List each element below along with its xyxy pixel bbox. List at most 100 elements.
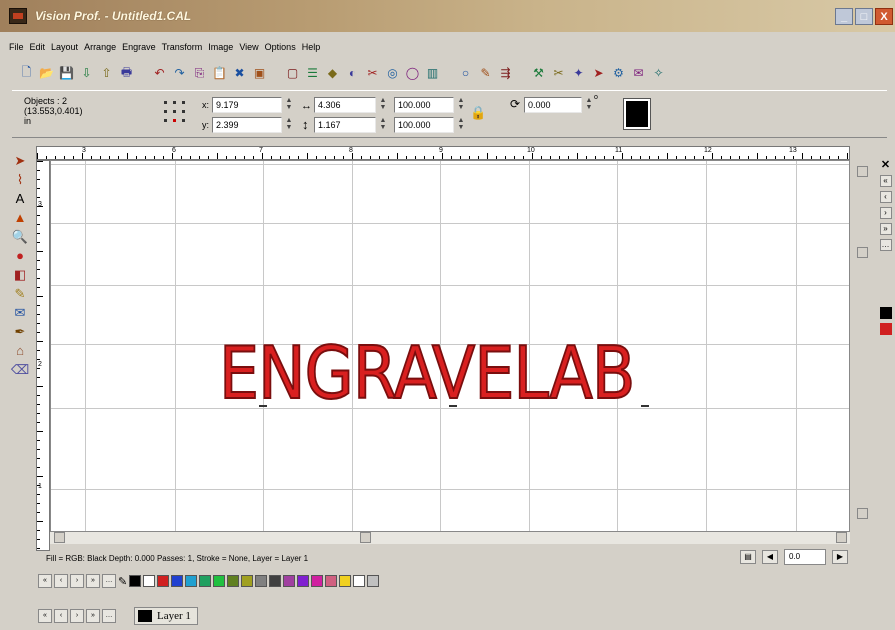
fill-icon[interactable]: ●: [11, 247, 29, 264]
anchor-point-selector[interactable]: [164, 101, 190, 125]
tool-icon[interactable]: ⚒: [530, 65, 547, 82]
vertical-scrollbar[interactable]: [856, 160, 870, 532]
contour-icon[interactable]: ◯: [404, 65, 421, 82]
redo-icon[interactable]: ↷: [171, 65, 188, 82]
page-icon[interactable]: ▤: [740, 550, 756, 564]
app-icon[interactable]: [9, 8, 27, 24]
nav-first-button[interactable]: «: [38, 574, 52, 588]
scroll-down-button[interactable]: [857, 508, 868, 519]
nav-more-button[interactable]: …: [102, 574, 116, 588]
palette-swatch[interactable]: [269, 575, 282, 587]
intersect-icon[interactable]: ◎: [384, 65, 401, 82]
menu-file[interactable]: File: [9, 42, 30, 52]
pointer-icon[interactable]: ➤: [11, 152, 29, 169]
palette-swatch[interactable]: [339, 575, 352, 587]
rotation-spinner[interactable]: ▲ ▼: [585, 97, 593, 113]
layer-tab[interactable]: Layer 1: [134, 607, 198, 625]
menu-engrave[interactable]: Engrave: [122, 42, 162, 52]
undo-icon[interactable]: ↶: [151, 65, 168, 82]
palette-swatch[interactable]: [367, 575, 380, 587]
x-position-field[interactable]: 9.179: [212, 97, 282, 113]
palette-swatch[interactable]: [143, 575, 156, 587]
layer-prev-button[interactable]: ‹: [54, 609, 68, 623]
rotation-field[interactable]: 0.000: [524, 97, 582, 113]
align-icon[interactable]: ☰: [304, 65, 321, 82]
palette-swatch[interactable]: [241, 575, 254, 587]
menu-layout[interactable]: Layout: [51, 42, 84, 52]
zoom-right-button[interactable]: ▶: [832, 550, 848, 564]
pen-icon[interactable]: ✎: [118, 575, 127, 588]
knife-icon[interactable]: ✒: [11, 323, 29, 340]
palette-swatch[interactable]: [185, 575, 198, 587]
palette-swatch[interactable]: [129, 575, 142, 587]
menu-arrange[interactable]: Arrange: [84, 42, 122, 52]
menu-transform[interactable]: Transform: [162, 42, 209, 52]
nav-prev-button[interactable]: ‹: [54, 574, 68, 588]
scroll-left-button[interactable]: [54, 532, 65, 543]
nav-next-button[interactable]: ›: [70, 574, 84, 588]
selection-handle[interactable]: [641, 405, 649, 407]
stamp-icon[interactable]: ⌂: [11, 342, 29, 359]
more-button[interactable]: …: [879, 239, 892, 251]
text-icon[interactable]: A: [11, 190, 29, 207]
trim-icon[interactable]: ✂: [364, 65, 381, 82]
shape-icon[interactable]: ▲: [11, 209, 29, 226]
menu-options[interactable]: Options: [265, 42, 302, 52]
width-spinner[interactable]: ▲ ▼: [379, 97, 387, 113]
scale-y-field[interactable]: 100.000: [394, 117, 454, 133]
engrave-icon[interactable]: ✎: [477, 65, 494, 82]
y-spinner[interactable]: ▲ ▼: [285, 117, 293, 133]
close-button[interactable]: X: [875, 8, 893, 25]
outline-icon[interactable]: ◧: [11, 266, 29, 283]
first-button[interactable]: «: [879, 175, 892, 187]
next-button[interactable]: ›: [879, 207, 892, 219]
palette-swatch[interactable]: [227, 575, 240, 587]
export-icon[interactable]: ⇧: [98, 65, 115, 82]
last-button[interactable]: »: [879, 223, 892, 235]
scroll-right-button[interactable]: [836, 532, 847, 543]
scale-x-spinner[interactable]: ▲ ▼: [457, 97, 465, 113]
palette-swatch[interactable]: [171, 575, 184, 587]
settings-icon[interactable]: ⚙: [610, 65, 627, 82]
wand-icon[interactable]: ✧: [650, 65, 667, 82]
menu-view[interactable]: View: [239, 42, 264, 52]
delete-icon[interactable]: ✖: [231, 65, 248, 82]
x-spinner[interactable]: ▲ ▼: [285, 97, 293, 113]
palette-swatch[interactable]: [311, 575, 324, 587]
palette-swatch[interactable]: [325, 575, 338, 587]
open-icon[interactable]: 📂: [38, 65, 55, 82]
menu-help[interactable]: Help: [302, 42, 327, 52]
y-position-field[interactable]: 2.399: [212, 117, 282, 133]
drawing-canvas[interactable]: ENGRAVELAB: [50, 160, 850, 532]
scale-x-field[interactable]: 100.000: [394, 97, 454, 113]
layer-next-button[interactable]: ›: [70, 609, 84, 623]
layer-last-button[interactable]: »: [86, 609, 100, 623]
scale-y-spinner[interactable]: ▲ ▼: [457, 117, 465, 133]
save-icon[interactable]: 💾: [58, 65, 75, 82]
send-icon[interactable]: ➤: [590, 65, 607, 82]
palette-swatch[interactable]: [255, 575, 268, 587]
palette-swatch[interactable]: [213, 575, 226, 587]
nav-last-button[interactable]: »: [86, 574, 100, 588]
import-icon[interactable]: ⇩: [78, 65, 95, 82]
fill-color-swatch[interactable]: [623, 98, 651, 130]
envelope-icon[interactable]: ✉: [11, 304, 29, 321]
scroll-up-button[interactable]: [857, 166, 868, 177]
palette-swatch[interactable]: [353, 575, 366, 587]
ungroup-icon[interactable]: ▢: [284, 65, 301, 82]
height-spinner[interactable]: ▲ ▼: [379, 117, 387, 133]
mail-icon[interactable]: ✉: [630, 65, 647, 82]
cut-icon[interactable]: ✂: [550, 65, 567, 82]
eraser-icon[interactable]: ⌫: [11, 361, 29, 378]
plot-icon[interactable]: ✦: [570, 65, 587, 82]
group-icon[interactable]: ▣: [251, 65, 268, 82]
shadow-icon[interactable]: ▥: [424, 65, 441, 82]
selection-handle[interactable]: [259, 405, 267, 407]
circle-icon[interactable]: ○: [457, 65, 474, 82]
zoom-left-button[interactable]: ◀: [762, 550, 778, 564]
palette-swatch[interactable]: [283, 575, 296, 587]
new-icon[interactable]: 🗋: [18, 65, 35, 82]
palette-swatch[interactable]: [157, 575, 170, 587]
node-icon[interactable]: ◆: [324, 65, 341, 82]
vertical-scroll-thumb[interactable]: [857, 247, 868, 258]
